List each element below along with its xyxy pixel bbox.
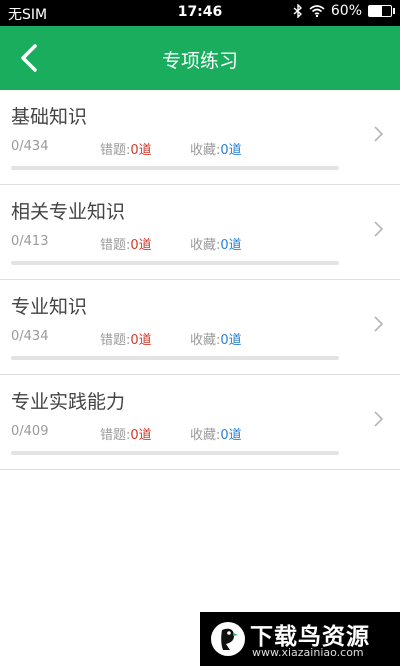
chevron-right-icon <box>374 316 384 332</box>
chevron-right-icon <box>374 126 384 142</box>
battery-icon <box>368 5 395 17</box>
list-item[interactable]: 相关专业知识 0/413 错题:0道 收藏:0道 <box>0 185 400 280</box>
favorite-count: 收藏:0道 <box>190 139 242 158</box>
favorite-value: 0道 <box>220 333 242 348</box>
topic-list: 基础知识 0/434 错题:0道 收藏:0道 相关专业知识 0/413 错题:0… <box>0 90 400 470</box>
favorite-value: 0道 <box>220 428 242 443</box>
progress-bar <box>11 356 339 360</box>
bird-logo-icon <box>211 622 245 656</box>
favorite-label: 收藏: <box>190 238 221 253</box>
wrong-label: 错题: <box>100 333 131 348</box>
item-title: 相关专业知识 <box>11 201 126 223</box>
bluetooth-icon <box>293 4 302 18</box>
chevron-right-icon <box>374 411 384 427</box>
progress-count: 0/413 <box>11 234 49 249</box>
wrong-value: 0道 <box>130 428 152 443</box>
progress-bar <box>11 261 339 265</box>
watermark-url: www.xiazainiao.com <box>252 646 364 659</box>
progress-bar <box>11 451 339 455</box>
page-title: 专项练习 <box>161 50 238 72</box>
item-title: 专业知识 <box>11 296 88 318</box>
status-icons: 60% <box>293 3 395 19</box>
wrong-label: 错题: <box>100 238 131 253</box>
nav-bar: 专项练习 <box>0 26 400 90</box>
progress-count: 0/434 <box>11 329 49 344</box>
wrong-count: 错题:0道 <box>100 139 152 158</box>
favorite-count: 收藏:0道 <box>190 329 242 348</box>
favorite-value: 0道 <box>220 143 242 158</box>
progress-bar <box>11 166 339 170</box>
item-title: 基础知识 <box>11 106 88 128</box>
wrong-count: 错题:0道 <box>100 329 152 348</box>
chevron-right-icon <box>374 221 384 237</box>
wifi-icon <box>309 5 325 17</box>
battery-percent: 60% <box>330 3 362 19</box>
list-item[interactable]: 基础知识 0/434 错题:0道 收藏:0道 <box>0 90 400 185</box>
progress-count: 0/434 <box>11 139 49 154</box>
progress-count: 0/409 <box>11 424 49 439</box>
favorite-count: 收藏:0道 <box>190 234 242 253</box>
wrong-label: 错题: <box>100 428 131 443</box>
wrong-value: 0道 <box>130 333 152 348</box>
wrong-label: 错题: <box>100 143 131 158</box>
wrong-count: 错题:0道 <box>100 424 152 443</box>
status-bar: 无SIM 17:46 60% <box>0 0 400 26</box>
wrong-count: 错题:0道 <box>100 234 152 253</box>
favorite-label: 收藏: <box>190 333 221 348</box>
item-title: 专业实践能力 <box>11 391 126 413</box>
list-item[interactable]: 专业实践能力 0/409 错题:0道 收藏:0道 <box>0 375 400 470</box>
favorite-label: 收藏: <box>190 428 221 443</box>
favorite-value: 0道 <box>220 238 242 253</box>
favorite-count: 收藏:0道 <box>190 424 242 443</box>
wrong-value: 0道 <box>130 238 152 253</box>
watermark: 下载鸟资源 www.xiazainiao.com <box>200 612 400 666</box>
favorite-label: 收藏: <box>190 143 221 158</box>
list-item[interactable]: 专业知识 0/434 错题:0道 收藏:0道 <box>0 280 400 375</box>
wrong-value: 0道 <box>130 143 152 158</box>
